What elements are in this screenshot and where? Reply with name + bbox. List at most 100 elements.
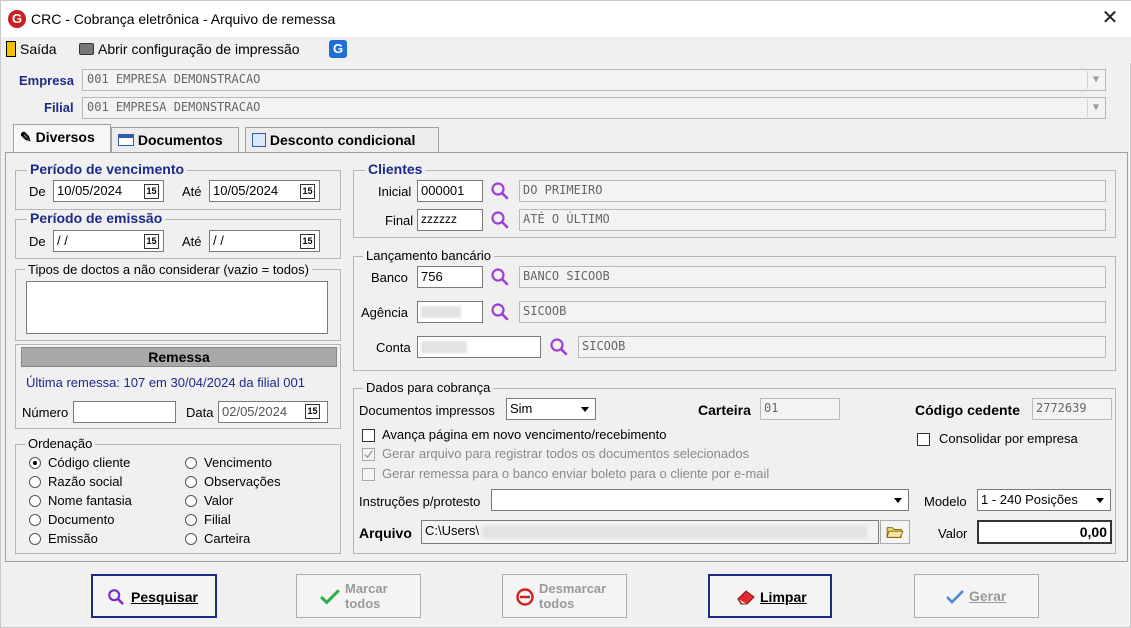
banco-desc: BANCO SICOOB (519, 266, 1106, 288)
checkbox-avanca-pagina[interactable] (362, 429, 375, 442)
emissao-title: Período de emissão (27, 210, 166, 226)
radio-vencimento-label: Vencimento (204, 455, 272, 470)
banco-input[interactable]: 756 (417, 266, 483, 288)
tab-desconto-condicional[interactable]: Desconto condicional (245, 127, 439, 153)
final-input[interactable]: zzzzzz (417, 209, 483, 231)
desmarcar-todos-button[interactable]: Desmarcar todos (502, 574, 627, 618)
carteira-label: Carteira (698, 402, 751, 418)
tab-diversos[interactable]: ✎ Diversos (13, 124, 111, 154)
final-value: zzzzzz (421, 212, 457, 226)
tipos-textarea[interactable] (26, 281, 328, 334)
agencia-label: Agência (361, 305, 408, 320)
close-button[interactable]: ✕ (1096, 7, 1124, 31)
emissao-ate-value: / / (213, 233, 224, 248)
filial-select[interactable]: 001 EMPRESA DEMONSTRACAO ▼ (82, 97, 1106, 119)
radio-carteira[interactable] (185, 533, 197, 545)
calendar-icon[interactable]: 15 (300, 184, 315, 199)
radio-carteira-label: Carteira (204, 531, 251, 546)
gerar-button[interactable]: Gerar (914, 574, 1039, 618)
instrucoes-select[interactable] (491, 489, 909, 511)
help-icon[interactable]: G (329, 40, 347, 58)
search-icon[interactable] (490, 210, 510, 230)
radio-codigo-cliente[interactable] (29, 457, 41, 469)
vencimento-ate-label: Até (182, 184, 202, 199)
valor-input[interactable]: 0,00 (977, 520, 1112, 544)
radio-valor[interactable] (185, 495, 197, 507)
carteira-input: 01 (760, 398, 840, 420)
pesquisar-button[interactable]: Pesquisar (91, 574, 217, 618)
conta-label: Conta (376, 340, 411, 355)
numero-label: Número (22, 405, 69, 420)
radio-razao-social[interactable] (29, 476, 41, 488)
chevron-down-icon: ▼ (1087, 99, 1104, 117)
search-icon[interactable] (490, 181, 510, 201)
docs-impressos-select[interactable]: Sim (506, 398, 596, 420)
arquivo-input[interactable]: C:\Users\ (421, 520, 879, 544)
inicial-input[interactable]: 000001 (417, 180, 483, 202)
checkmark-icon (946, 590, 964, 604)
radio-documento[interactable] (29, 514, 41, 526)
tab-documentos[interactable]: Documentos (111, 127, 239, 153)
calendar-icon[interactable]: 15 (300, 234, 315, 249)
radio-vencimento[interactable] (185, 457, 197, 469)
remessa-title: Remessa (21, 347, 337, 367)
search-icon[interactable] (490, 302, 510, 322)
app-logo-icon: G (8, 10, 26, 28)
search-icon[interactable] (549, 337, 569, 357)
cedente-input: 2772639 (1032, 398, 1112, 420)
final-label: Final (385, 213, 414, 228)
desmarcar-todos-label: Desmarcar todos (539, 581, 607, 611)
eraser-icon (737, 590, 755, 605)
tipos-title: Tipos de doctos a não considerar (vazio … (25, 262, 312, 277)
modelo-select[interactable]: 1 - 240 Posições (977, 489, 1111, 511)
pesquisar-label: Pesquisar (131, 589, 198, 605)
valor-label: Valor (938, 526, 968, 541)
checkbox-gerar-arquivo[interactable] (362, 448, 375, 461)
radio-nome-fantasia[interactable] (29, 495, 41, 507)
agencia-desc-value: SICOOB (523, 304, 567, 318)
limpar-button[interactable]: Limpar (708, 574, 832, 618)
banco-value: 756 (421, 269, 443, 284)
search-icon[interactable] (490, 267, 510, 287)
radio-observacoes-label: Observações (204, 474, 281, 489)
banco-label: Banco (371, 270, 408, 285)
calendar-icon[interactable]: 15 (305, 404, 320, 419)
radio-emissao[interactable] (29, 533, 41, 545)
lancamento-title: Lançamento bancário (363, 248, 495, 263)
modelo-label: Modelo (924, 494, 967, 509)
filial-value: 001 EMPRESA DEMONSTRACAO (87, 100, 261, 114)
printer-icon (79, 43, 94, 55)
empresa-label: Empresa (19, 73, 74, 88)
calendar-icon[interactable]: 15 (144, 184, 159, 199)
table-icon (118, 134, 134, 146)
empresa-value: 001 EMPRESA DEMONSTRACAO (87, 72, 261, 86)
vencimento-title: Período de vencimento (27, 161, 188, 177)
empresa-select[interactable]: 001 EMPRESA DEMONSTRACAO ▼ (82, 69, 1106, 91)
radio-razao-social-label: Razão social (48, 474, 123, 489)
tab-desconto-label: Desconto condicional (269, 132, 416, 148)
radio-valor-label: Valor (204, 493, 234, 508)
exit-button[interactable]: Saída (6, 41, 57, 57)
cancel-circle-icon (516, 588, 534, 606)
toolbar: Saída Abrir configuração de impressão G (1, 37, 1131, 63)
checkbox-gerar-remessa[interactable] (362, 468, 375, 481)
window-title: CRC - Cobrança eletrônica - Arquivo de r… (31, 11, 336, 27)
conta-desc: SICOOB (578, 336, 1106, 358)
chevron-down-icon: ▼ (1087, 71, 1104, 89)
checkbox-consolidar-empresa[interactable] (917, 433, 930, 446)
radio-emissao-label: Emissão (48, 531, 98, 546)
radio-filial[interactable] (185, 514, 197, 526)
numero-input[interactable] (73, 401, 176, 423)
marcar-todos-button[interactable]: Marcar todos (296, 574, 421, 618)
agencia-input[interactable] (417, 301, 483, 323)
valor-value: 0,00 (1079, 524, 1107, 540)
exit-label: Saída (20, 41, 57, 57)
conta-input[interactable] (417, 336, 541, 358)
emissao-de-label: De (29, 234, 46, 249)
checkmark-icon (364, 450, 373, 459)
calendar-icon[interactable]: 15 (144, 234, 159, 249)
browse-folder-button[interactable] (880, 520, 910, 544)
radio-observacoes[interactable] (185, 476, 197, 488)
chevron-down-icon (581, 407, 589, 412)
print-config-button[interactable]: Abrir configuração de impressão (79, 41, 300, 57)
